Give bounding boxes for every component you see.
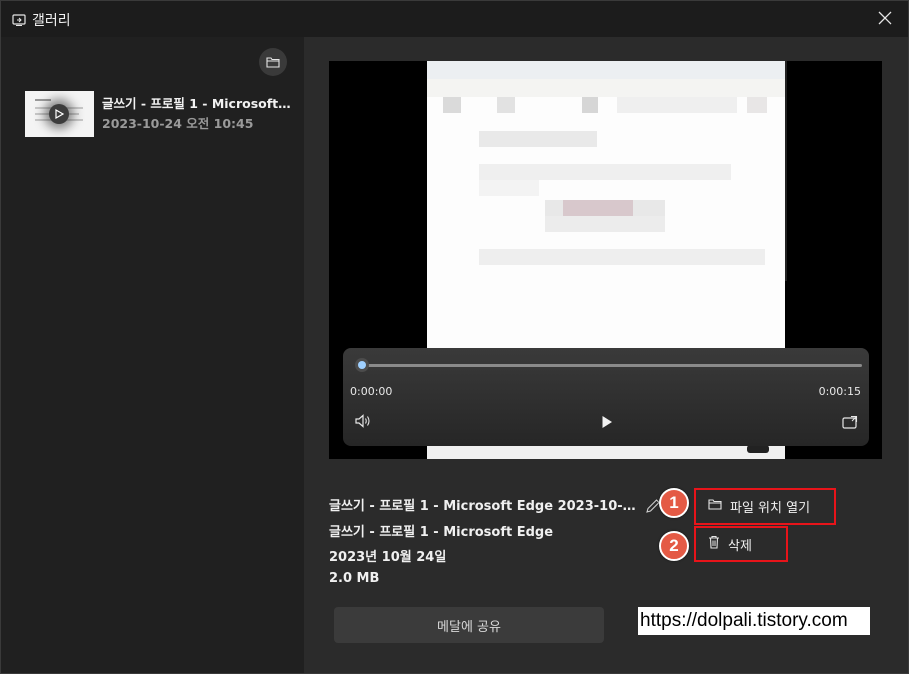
close-icon <box>878 10 892 29</box>
volume-button[interactable] <box>351 411 375 435</box>
folder-icon <box>708 498 722 514</box>
folder-icon <box>266 53 280 72</box>
capture-item-date: 2023-10-24 오전 10:45 <box>102 116 254 131</box>
player-controls: 0:00:00 0:00:15 <box>343 348 869 446</box>
play-icon <box>601 414 613 433</box>
total-time: 0:00:15 <box>818 385 861 398</box>
open-captures-folder-button[interactable] <box>259 48 287 76</box>
popout-button[interactable] <box>838 411 862 435</box>
trash-icon <box>708 535 720 553</box>
annotation-badge-2: 2 <box>659 531 689 561</box>
capture-list-item[interactable]: 글쓰기 - 프로필 1 - Microsoft Edge 2023-10-24 … <box>21 87 297 139</box>
watermark-url: https://dolpali.tistory.com <box>638 607 870 635</box>
popout-icon <box>842 414 858 433</box>
file-date: 2023년 10월 24일 <box>329 550 447 565</box>
capture-item-title: 글쓰기 - 프로필 1 - Microsoft Edge 2023-10-24 … <box>102 96 292 111</box>
delete-label: 삭제 <box>728 538 752 554</box>
title-bar: 갤러리 <box>1 1 908 37</box>
video-player[interactable]: 0:00:00 0:00:15 <box>329 61 882 459</box>
file-size: 2.0 MB <box>329 571 380 586</box>
current-time: 0:00:00 <box>350 385 393 398</box>
delete-button[interactable]: 삭제 <box>700 528 786 560</box>
file-source: 글쓰기 - 프로필 1 - Microsoft Edge <box>329 525 554 540</box>
open-file-location-label: 파일 위치 열기 <box>730 500 811 516</box>
gallery-window-icon <box>12 12 26 26</box>
seek-bar[interactable] <box>355 358 862 372</box>
capture-thumbnail <box>25 91 94 137</box>
play-button[interactable] <box>595 411 619 435</box>
captures-sidebar: 글쓰기 - 프로필 1 - Microsoft Edge 2023-10-24 … <box>1 37 304 673</box>
open-file-location-button[interactable]: 파일 위치 열기 <box>700 490 832 522</box>
volume-icon <box>354 413 372 433</box>
share-to-medal-button[interactable]: 메달에 공유 <box>334 607 604 643</box>
window-title: 갤러리 <box>32 13 71 29</box>
preview-panel: 0:00:00 0:00:15 글쓰기 - 프로필 1 - Microsoft … <box>304 37 908 673</box>
gallery-window: 갤러리 글쓰기 - 프로필 1 - Microsoft E 2023-10-24… <box>0 0 909 674</box>
play-icon <box>49 104 69 124</box>
file-name: 글쓰기 - 프로필 1 - Microsoft Edge 2023-10-24.… <box>329 499 639 514</box>
close-button[interactable] <box>870 5 900 33</box>
annotation-badge-1: 1 <box>659 488 689 518</box>
seek-thumb[interactable] <box>355 358 369 372</box>
